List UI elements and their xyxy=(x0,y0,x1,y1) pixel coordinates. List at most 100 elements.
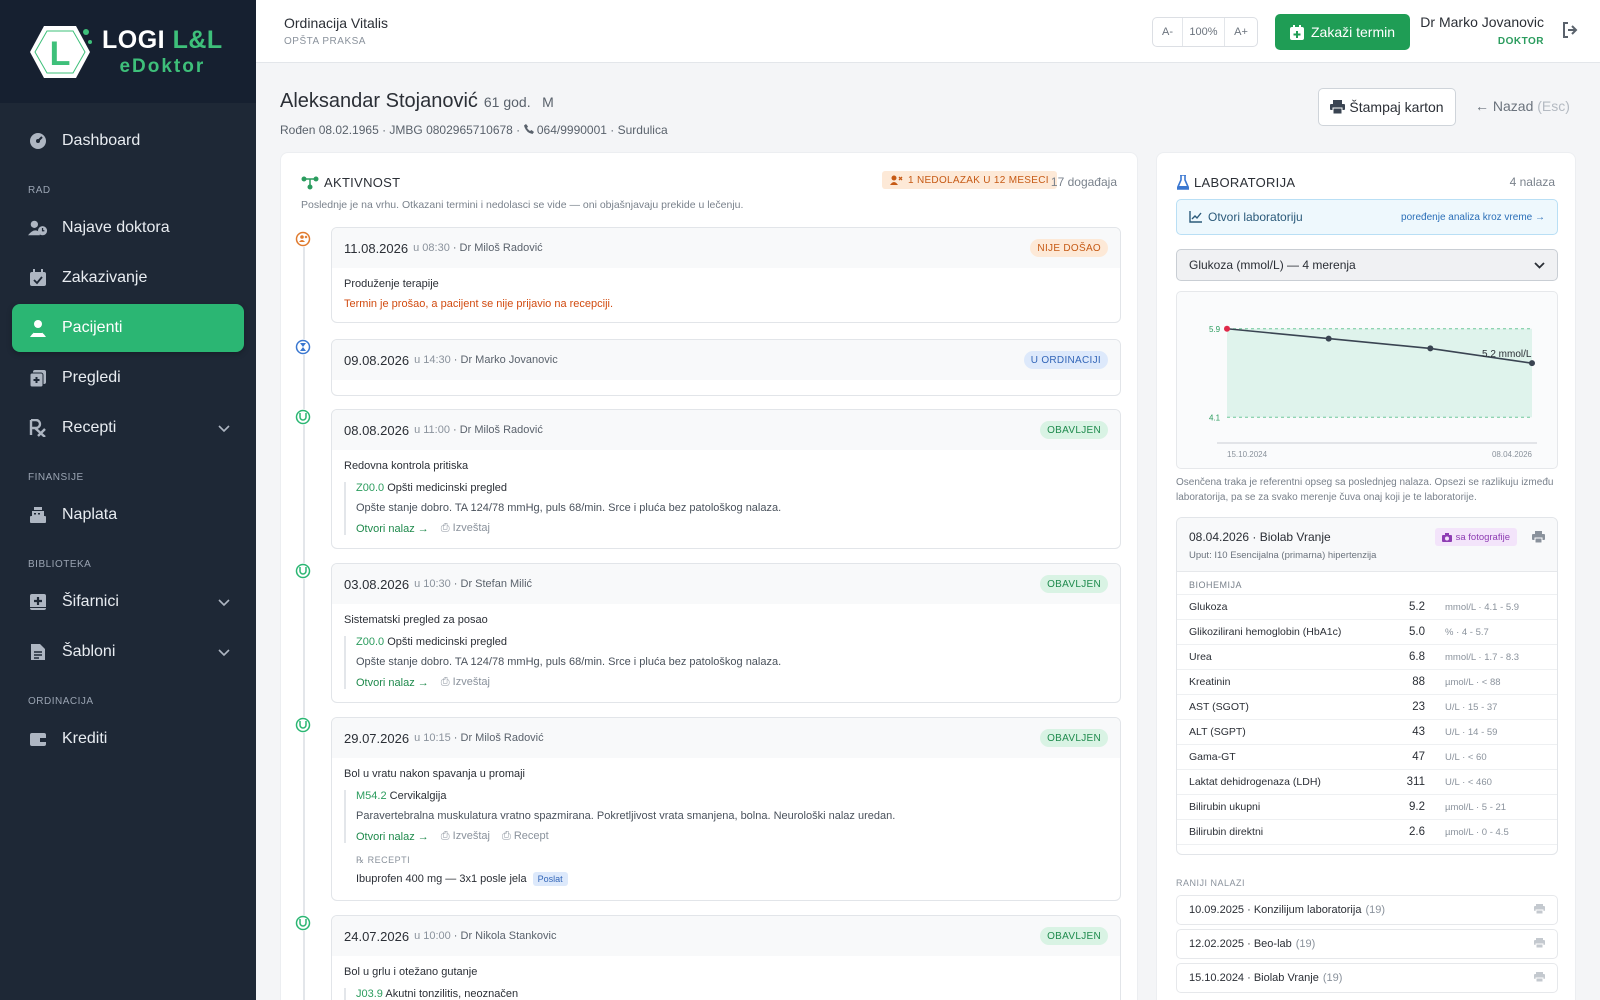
lab-result-name: Urea xyxy=(1189,651,1212,663)
nav-sifarnici[interactable]: Šifarnici xyxy=(12,578,244,626)
open-laboratory-button[interactable]: Otvori laboratoriju poređenje analiza kr… xyxy=(1176,199,1558,235)
event-card[interactable]: 24.07.2026 u 10:00 · Dr Nikola Stankovic… xyxy=(331,915,1121,1000)
brand-title: LOGI L&L xyxy=(102,25,223,54)
compare-analyses-link[interactable]: poređenje analiza kroz vreme → xyxy=(1401,212,1545,223)
chevron-down-icon xyxy=(218,594,230,612)
earlier-reports-header: RANIJI NALAZI xyxy=(1176,878,1246,888)
brand-logo[interactable]: L LOGI L&L eDoktor xyxy=(0,0,256,103)
lab-count: 4 nalaza xyxy=(1509,175,1555,189)
print-record-button[interactable]: Štampaj karton xyxy=(1318,88,1456,126)
event-card[interactable]: 03.08.2026 u 10:30 · Dr Stefan Milić OBA… xyxy=(331,563,1121,703)
printer-icon[interactable] xyxy=(1534,971,1545,985)
nav-naplata[interactable]: Naplata xyxy=(12,491,244,539)
printer-icon[interactable] xyxy=(1534,903,1545,917)
nav-recepti[interactable]: Recepti xyxy=(12,404,244,452)
user-clock-icon xyxy=(28,218,48,238)
event-time: u 10:00 xyxy=(414,930,451,942)
event-reason: Produženje terapije xyxy=(344,278,439,290)
arrow-left-icon: ← xyxy=(1475,98,1489,114)
print-report-button[interactable]: ⎙ Izveštaj xyxy=(441,522,490,535)
lab-result-row: Bilirubin ukupni 9.2 µmol/L · 5 - 21 xyxy=(1177,795,1557,820)
nav-dashboard-label: Dashboard xyxy=(62,132,141,149)
patient-header: Aleksandar Stojanović 61 god. M Rođen 08.… xyxy=(280,90,668,137)
nav-krediti[interactable]: Krediti xyxy=(12,715,244,763)
status-badge: OBAVLJEN xyxy=(1040,575,1108,593)
nav-pacijenti-label: Pacijenti xyxy=(62,319,123,336)
nav-dashboard[interactable]: Dashboard xyxy=(12,117,244,165)
patient-phone: 064/9990001 xyxy=(536,123,607,137)
back-button[interactable]: ← Nazad (Esc) xyxy=(1475,98,1570,114)
lab-result-name: Bilirubin ukupni xyxy=(1189,801,1261,813)
print-report-button[interactable]: ⎙ Izveštaj xyxy=(441,830,490,843)
nav-pacijenti[interactable]: Pacijenti xyxy=(12,304,244,352)
zoom-in-button[interactable]: A+ xyxy=(1225,18,1257,46)
event-date: 09.08.2026 xyxy=(344,352,410,368)
print-lab-report-icon[interactable] xyxy=(1532,530,1545,548)
glucose-trend-chart: 5.9 4.1 5.2 mmol/L 15.10.2024 08.04.2026 xyxy=(1176,291,1558,469)
nav-pregledi[interactable]: Pregledi xyxy=(12,354,244,402)
event-card[interactable]: 08.08.2026 u 11:00 · Dr Miloš Radović OB… xyxy=(331,409,1121,549)
nav-zakazivanje[interactable]: Zakazivanje xyxy=(12,254,244,302)
diagnosis-code: M54.2 xyxy=(356,790,387,802)
zoom-out-button[interactable]: A- xyxy=(1153,18,1183,46)
status-badge: U ORDINACIJI xyxy=(1023,351,1108,369)
lab-result-range: µmol/L · 5 - 21 xyxy=(1445,801,1507,813)
printer-icon: ⎙ xyxy=(440,676,450,688)
nav-section-finansije: FINANSIJE xyxy=(28,472,84,483)
earlier-report-item[interactable]: 10.09.2025 · Konzilijum laboratorija (19) xyxy=(1176,895,1558,925)
lab-result-row: Laktat dehidrogenaza (LDH) 311 U/L · < 460 xyxy=(1177,770,1557,795)
nav-zakazivanje-label: Zakazivanje xyxy=(62,269,148,286)
analysis-select[interactable]: Glukoza (mmol/L) — 4 merenja xyxy=(1176,249,1558,281)
nav-najave[interactable]: Najave doktora xyxy=(12,204,244,252)
event-doctor: · Dr Stefan Milić xyxy=(453,578,533,590)
nav-section-biblioteka: BIBLIOTEKA xyxy=(28,559,92,570)
completed-status-icon xyxy=(295,563,311,579)
x-tick-label: 08.04.2026 xyxy=(1492,450,1533,459)
lab-result-range: U/L · < 460 xyxy=(1445,776,1492,788)
event-doctor: · Dr Miloš Radović xyxy=(452,242,543,254)
diagnosis-note: Opšte stanje dobro. TA 124/78 mmHg, puls… xyxy=(356,502,782,514)
laboratory-panel: LABORATORIJA 4 nalaza Otvori laboratorij… xyxy=(1156,152,1576,1000)
prescriptions-block: ℞ RECEPTI Ibuprofen 400 mg — 3x1 posle j… xyxy=(344,855,1108,886)
print-recipe-button[interactable]: ⎙ Recept xyxy=(502,830,549,843)
open-report-link[interactable]: Otvori nalaz → xyxy=(356,677,429,689)
open-report-link[interactable]: Otvori nalaz → xyxy=(356,523,429,535)
current-user[interactable]: Dr Marko Jovanovic DOKTOR xyxy=(1420,14,1544,47)
earlier-report-label: 15.10.2024 · Biolab Vranje xyxy=(1189,972,1319,984)
activity-count: 17 događaja xyxy=(1050,175,1117,189)
lab-result-name: Gama-GT xyxy=(1189,751,1236,763)
event-card[interactable]: 11.08.2026 u 08:30 · Dr Miloš Radović NI… xyxy=(331,227,1121,323)
clinic-name: Ordinacija Vitalis xyxy=(284,15,389,31)
file-lines-icon xyxy=(28,642,48,662)
patient-sex: M xyxy=(542,94,554,110)
earlier-report-label: 12.02.2025 · Beo-lab xyxy=(1189,938,1292,950)
lab-result-row: Gama-GT 47 U/L · < 60 xyxy=(1177,745,1557,770)
event-card[interactable]: 09.08.2026 u 14:30 · Dr Marko Jovanovic … xyxy=(331,339,1121,396)
lab-result-row: Glukoza 5.2 mmol/L · 4.1 - 5.9 xyxy=(1177,595,1557,620)
diagnosis-name: Opšti medicinski pregled xyxy=(387,636,508,648)
nav-sifarnici-label: Šifarnici xyxy=(62,593,119,610)
open-report-link[interactable]: Otvori nalaz → xyxy=(356,831,429,843)
print-report-button[interactable]: ⎙ Izveštaj xyxy=(441,676,490,689)
lab-result-name: Kreatinin xyxy=(1189,676,1231,688)
logout-icon[interactable] xyxy=(1562,22,1578,43)
diagnosis-name: Cervikalgija xyxy=(389,790,447,802)
event-doctor: · Dr Nikola Stankovic xyxy=(453,930,557,942)
schedule-appointment-button[interactable]: Zakaži termin xyxy=(1275,14,1410,50)
noshow-status-icon xyxy=(295,231,311,247)
printer-icon[interactable] xyxy=(1534,937,1545,951)
event-card[interactable]: 29.07.2026 u 10:15 · Dr Miloš Radović OB… xyxy=(331,717,1121,901)
earlier-report-count: (19) xyxy=(1295,938,1316,950)
event-time: u 10:30 xyxy=(414,578,451,590)
prescription-line: Ibuprofen 400 mg — 3x1 posle jela xyxy=(356,873,527,885)
event-header: 09.08.2026 u 14:30 · Dr Marko Jovanovic … xyxy=(332,340,1120,380)
lab-result-value: 5.2 xyxy=(1409,601,1425,613)
event-header: 24.07.2026 u 10:00 · Dr Nikola Stankovic… xyxy=(332,916,1120,956)
font-zoom-control: A- 100% A+ xyxy=(1152,17,1258,47)
analysis-select-value: Glukoza (mmol/L) — 4 merenja xyxy=(1189,258,1356,272)
nav-sabloni[interactable]: Šabloni xyxy=(12,628,244,676)
activity-panel: AKTIVNOST 1 NEDOLAZAK U 12 MESECI 17 dog… xyxy=(280,152,1138,1000)
main-nav: Dashboard RAD Najave doktora Zakazivanje… xyxy=(0,103,256,763)
earlier-report-item[interactable]: 15.10.2024 · Biolab Vranje (19) xyxy=(1176,963,1558,993)
earlier-report-item[interactable]: 12.02.2025 · Beo-lab (19) xyxy=(1176,929,1558,959)
